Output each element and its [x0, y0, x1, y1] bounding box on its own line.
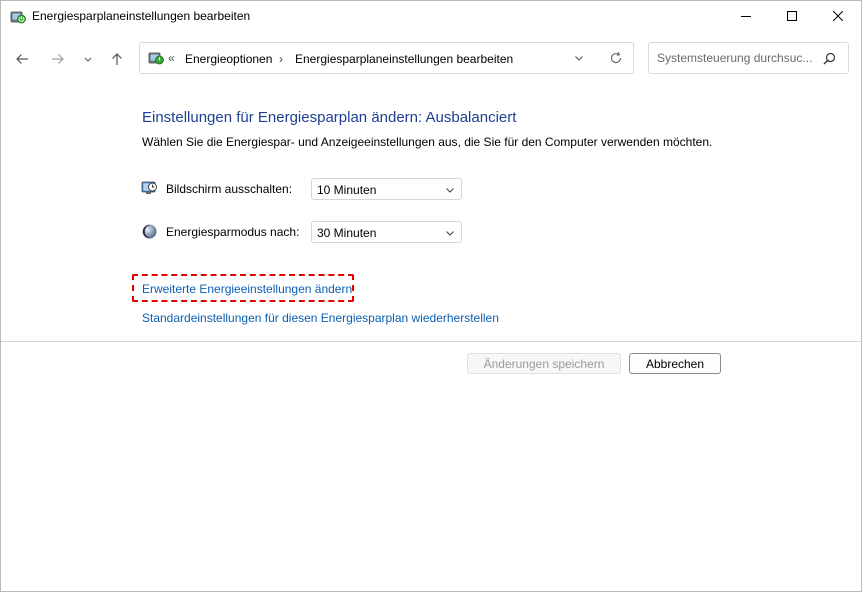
breadcrumb-item-energieoptionen[interactable]: Energieoptionen — [185, 52, 272, 66]
window: Energiesparplaneinstellungen bearbeiten — [0, 0, 862, 592]
forward-button[interactable] — [48, 49, 68, 69]
sleep-after-label: Energiesparmodus nach: — [166, 225, 300, 239]
display-off-label: Bildschirm ausschalten: — [166, 182, 293, 196]
search-input[interactable] — [657, 49, 817, 67]
cancel-button[interactable]: Abbrechen — [629, 353, 721, 374]
search-icon[interactable] — [823, 52, 836, 68]
advanced-settings-link[interactable]: Erweiterte Energieeinstellungen ändern — [142, 282, 352, 296]
display-off-value: 10 Minuten — [317, 183, 377, 197]
title-bar: Energiesparplaneinstellungen bearbeiten — [1, 1, 861, 33]
address-bar[interactable]: « Energieoptionen › Energiesparplaneinst… — [139, 42, 634, 74]
chevron-down-icon — [446, 188, 454, 193]
search-box[interactable] — [648, 42, 849, 74]
sleep-after-select[interactable]: 30 Minuten — [311, 221, 462, 243]
arrow-up-icon — [112, 53, 122, 65]
breadcrumb-overflow[interactable]: « — [168, 51, 175, 65]
back-button[interactable] — [12, 49, 32, 69]
breadcrumb-separator[interactable]: › — [279, 52, 283, 66]
navigation-bar: « Energieoptionen › Energiesparplaneinst… — [1, 41, 861, 77]
sleep-moon-icon — [141, 223, 158, 240]
chevron-down-icon — [446, 231, 454, 236]
page-description: Wählen Sie die Energiespar- und Anzeigee… — [142, 135, 713, 149]
maximize-icon — [787, 11, 797, 21]
arrow-right-icon — [52, 54, 64, 64]
divider — [1, 341, 861, 342]
chevron-down-icon — [575, 56, 583, 61]
chevron-down-icon — [84, 57, 92, 62]
address-history-button[interactable] — [573, 52, 585, 67]
restore-defaults-link[interactable]: Standardeinstellungen für diesen Energie… — [142, 311, 499, 325]
close-icon — [833, 11, 843, 21]
save-changes-button[interactable]: Änderungen speichern — [467, 353, 621, 374]
refresh-icon — [610, 51, 622, 64]
display-off-select[interactable]: 10 Minuten — [311, 178, 462, 200]
power-options-icon — [148, 50, 164, 66]
breadcrumb-item-current[interactable]: Energiesparplaneinstellungen bearbeiten — [295, 52, 513, 66]
recent-locations-button[interactable] — [78, 49, 98, 69]
refresh-button[interactable] — [609, 51, 623, 68]
sleep-after-value: 30 Minuten — [317, 226, 377, 240]
display-clock-icon — [141, 180, 158, 197]
minimize-icon — [741, 16, 751, 17]
minimize-button[interactable] — [723, 1, 769, 31]
window-title: Energiesparplaneinstellungen bearbeiten — [32, 9, 251, 23]
maximize-button[interactable] — [769, 1, 815, 31]
close-button[interactable] — [815, 1, 861, 31]
arrow-left-icon — [16, 54, 28, 64]
up-button[interactable] — [107, 49, 127, 69]
power-options-icon — [10, 9, 26, 25]
page-title: Einstellungen für Energiesparplan ändern… — [142, 109, 517, 126]
